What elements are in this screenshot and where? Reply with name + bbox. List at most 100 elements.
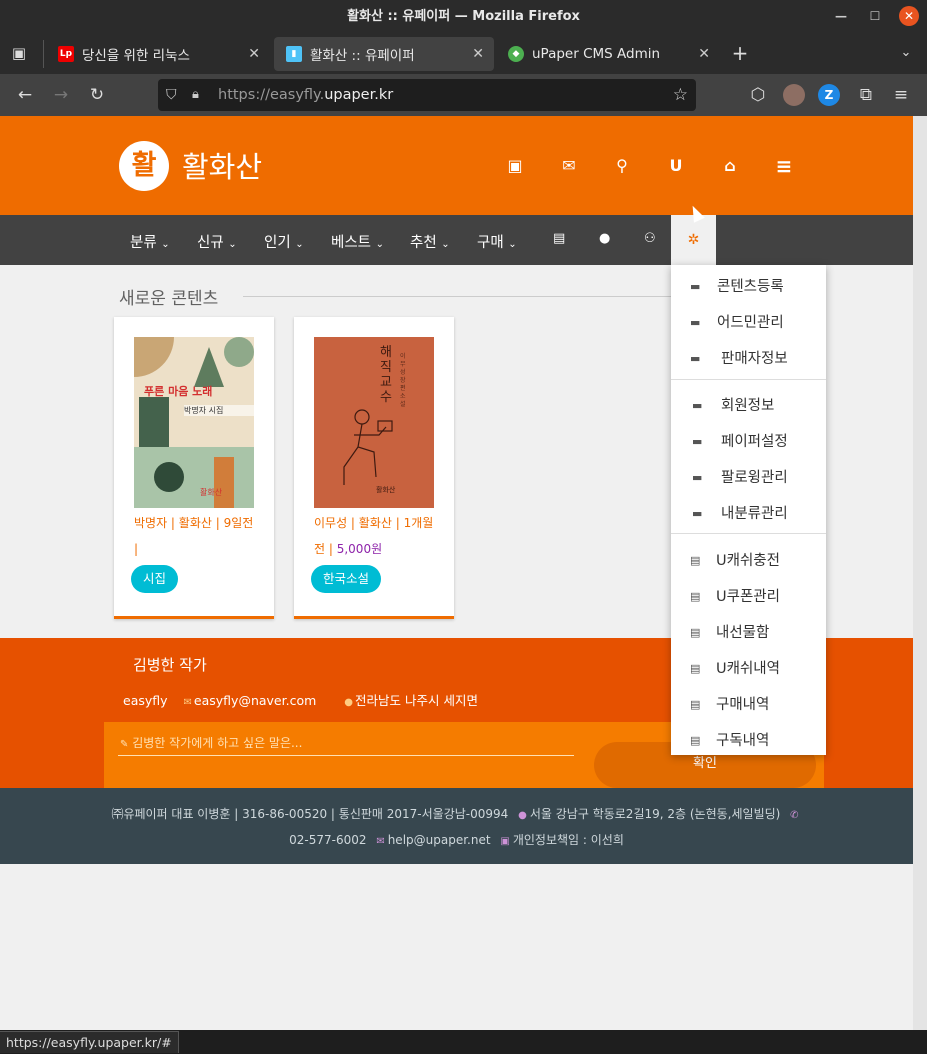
dropdown-item-ucoupon[interactable]: ▤ U쿠폰관리: [671, 579, 826, 615]
web-page: 활 활화산 ▣ ✉ ⚲ U ⌂ ≡ 분류 ⌄ 신규 ⌄ 인기 ⌄ 베스트 ⌄ 추…: [0, 116, 913, 1030]
dropdown-item-subscription-history[interactable]: ▤ 구독내역: [671, 723, 826, 755]
chevron-down-icon: ⌄: [295, 239, 304, 250]
dropdown-item-admin[interactable]: ▬ 어드민관리: [671, 305, 826, 341]
table-icon: ▬: [692, 471, 703, 484]
reader-illustration: [343, 409, 393, 485]
document-icon: ▤: [690, 590, 701, 603]
category-menu: 분류 ⌄ 신규 ⌄ 인기 ⌄ 베스트 ⌄ 추천 ⌄ 구매 ⌄ ▤ ● ⚇ ✲: [0, 215, 913, 265]
location-pin-icon: ●: [344, 697, 353, 708]
dropdown-item-my-categories[interactable]: ▬ 내분류관리: [671, 496, 826, 532]
menu-icon[interactable]: ≡: [772, 154, 796, 178]
window-titlebar: 활화산 :: 유페이퍼 — Mozilla Firefox — ☐ ✕: [0, 0, 927, 34]
chevron-down-icon: ⌄: [161, 239, 170, 250]
author-id: easyfly: [123, 693, 168, 708]
bookmark-star-icon[interactable]: ☆: [673, 79, 688, 111]
page-scrollbar[interactable]: [913, 116, 927, 1030]
table-icon: ▬: [690, 352, 701, 365]
dropdown-item-content-register[interactable]: ▬ 콘텐츠등록: [671, 269, 826, 305]
author-email[interactable]: easyfly@naver.com: [194, 693, 316, 708]
tab-cms-admin[interactable]: ◆ uPaper CMS Admin ✕: [496, 37, 720, 71]
tab-divider: [43, 40, 44, 68]
close-icon[interactable]: ✕: [248, 46, 260, 62]
menu-hamburger-icon[interactable]: ≡: [890, 84, 912, 106]
menu-new[interactable]: 신규 ⌄: [197, 231, 237, 252]
tab-linux[interactable]: Lp 당신을 위한 리눅스 ✕: [46, 37, 270, 71]
company-email[interactable]: help@upaper.net: [388, 833, 491, 847]
chevron-down-icon: ⌄: [508, 239, 517, 250]
menu-purchase[interactable]: 구매 ⌄: [477, 231, 517, 252]
reload-icon[interactable]: ↻: [86, 84, 108, 106]
window-title: 활화산 :: 유페이퍼 — Mozilla Firefox: [347, 9, 580, 24]
account-circle-icon[interactable]: ●: [599, 231, 610, 246]
dropdown-item-following[interactable]: ▬ 팔로윙관리: [671, 460, 826, 496]
tab-hwalhwasan[interactable]: ▮ 활화산 :: 유페이퍼 ✕: [274, 37, 494, 71]
close-window-button[interactable]: ✕: [899, 6, 919, 26]
shield-icon: ⛉: [166, 87, 177, 103]
site-footer: ㈜유페이퍼 대표 이병훈 | 316-86-00520 | 통신판매 2017-…: [0, 788, 913, 864]
site-name[interactable]: 활화산: [182, 144, 262, 186]
author-name: 김병한 작가: [133, 656, 207, 674]
table-icon: ▬: [690, 280, 701, 293]
company-phone: 02-577-6002: [289, 833, 367, 847]
table-icon: ▬: [692, 399, 703, 412]
navigation-toolbar: ← → ↻ ⛉ 🔒︎ https://easyfly.upaper.kr ☆ ⬡…: [0, 74, 927, 116]
group-icon[interactable]: ⚇: [644, 231, 656, 246]
dropdown-divider: [671, 379, 826, 380]
maximize-button[interactable]: ☐: [865, 6, 885, 26]
book-card[interactable]: 푸른 마음 노래 박명자 시집 활화산 박명자 | 활화산 | 9일전 | 0원…: [114, 317, 274, 619]
contact-card-icon[interactable]: ▣: [503, 154, 527, 178]
close-icon[interactable]: ✕: [472, 46, 484, 62]
status-bar: https://easyfly.upaper.kr/#: [0, 1031, 179, 1053]
url-domain: upaper.kr: [324, 87, 394, 103]
list-tabs-icon[interactable]: ⌄: [895, 42, 917, 64]
document-icon: ▤: [690, 698, 701, 711]
section-title: 새로운 콘텐츠: [119, 289, 219, 309]
dropdown-item-gift-box[interactable]: ▤ 내선물함: [671, 615, 826, 651]
tab-overview-icon[interactable]: ▣: [8, 42, 30, 64]
minimize-button[interactable]: —: [831, 6, 851, 26]
dropdown-item-ucash-history[interactable]: ▤ U캐쉬내역: [671, 651, 826, 687]
profile-avatar-icon[interactable]: [783, 84, 805, 106]
table-icon: ▬: [690, 316, 701, 329]
pocket-icon[interactable]: ⬡: [747, 84, 769, 106]
book-cover-image[interactable]: 푸른 마음 노래 박명자 시집 활화산: [134, 337, 254, 508]
dropdown-item-purchase-history[interactable]: ▤ 구매내역: [671, 687, 826, 723]
menu-recommend[interactable]: 추천 ⌄: [410, 231, 450, 252]
dropdown-item-ucash-charge[interactable]: ▤ U캐쉬충전: [671, 543, 826, 579]
search-icon[interactable]: ⚲: [610, 154, 634, 178]
author-info: easyfly ✉ easyfly@naver.com ● 전라남도 나주시 세지면: [123, 690, 502, 709]
forward-icon[interactable]: →: [50, 84, 72, 106]
company-address: 서울 강남구 학동로2길19, 2층 (논현동,세일빌딩): [529, 807, 781, 821]
phone-icon: ✆: [790, 810, 799, 821]
mail-icon[interactable]: ✉: [557, 154, 581, 178]
tab-label: uPaper CMS Admin: [532, 46, 661, 62]
menu-category[interactable]: 분류 ⌄: [130, 231, 170, 252]
url-bar[interactable]: ⛉ 🔒︎ https://easyfly.upaper.kr ☆: [158, 79, 696, 111]
message-input[interactable]: ✎ 김병한 작가에게 하고 싶은 말은...: [118, 734, 574, 756]
dropdown-item-paper-settings[interactable]: ▬ 페이퍼설정: [671, 424, 826, 460]
mail-icon: ✉: [183, 697, 192, 708]
chat-icon[interactable]: ▤: [553, 231, 565, 246]
site-header: 활 활화산 ▣ ✉ ⚲ U ⌂ ≡: [0, 116, 913, 215]
zoom-extension-icon[interactable]: Z: [818, 84, 840, 106]
genre-chip[interactable]: 한국소설: [311, 565, 382, 593]
close-icon[interactable]: ✕: [698, 46, 710, 62]
tab-label: 당신을 위한 리눅스: [82, 48, 190, 64]
site-logo[interactable]: 활: [119, 141, 169, 191]
url-prefix: https://easyfly.: [218, 87, 325, 103]
dropdown-item-seller-info[interactable]: ▬ 판매자정보: [671, 341, 826, 377]
dropdown-item-member-info[interactable]: ▬ 회원정보: [671, 388, 826, 424]
book-icon: ▮: [286, 46, 302, 62]
cms-icon: ◆: [508, 46, 524, 62]
user-initial[interactable]: U: [664, 154, 688, 178]
tab-bar: ▣ Lp 당신을 위한 리눅스 ✕ ▮ 활화산 :: 유페이퍼 ✕ ◆ uPap…: [0, 34, 927, 74]
menu-popular[interactable]: 인기 ⌄: [264, 231, 304, 252]
extensions-icon[interactable]: ⧉: [855, 84, 877, 106]
new-tab-icon[interactable]: +: [729, 42, 751, 64]
book-card[interactable]: 해직교수 이무성 장편소설 활화산 이무성 | 활화산 | 1개월 전 | 5,…: [294, 317, 454, 619]
menu-best[interactable]: 베스트 ⌄: [331, 231, 384, 252]
back-icon[interactable]: ←: [14, 84, 36, 106]
book-cover-image[interactable]: 해직교수 이무성 장편소설 활화산: [314, 337, 434, 508]
genre-chip[interactable]: 시집: [131, 565, 179, 593]
home-icon[interactable]: ⌂: [718, 154, 742, 178]
